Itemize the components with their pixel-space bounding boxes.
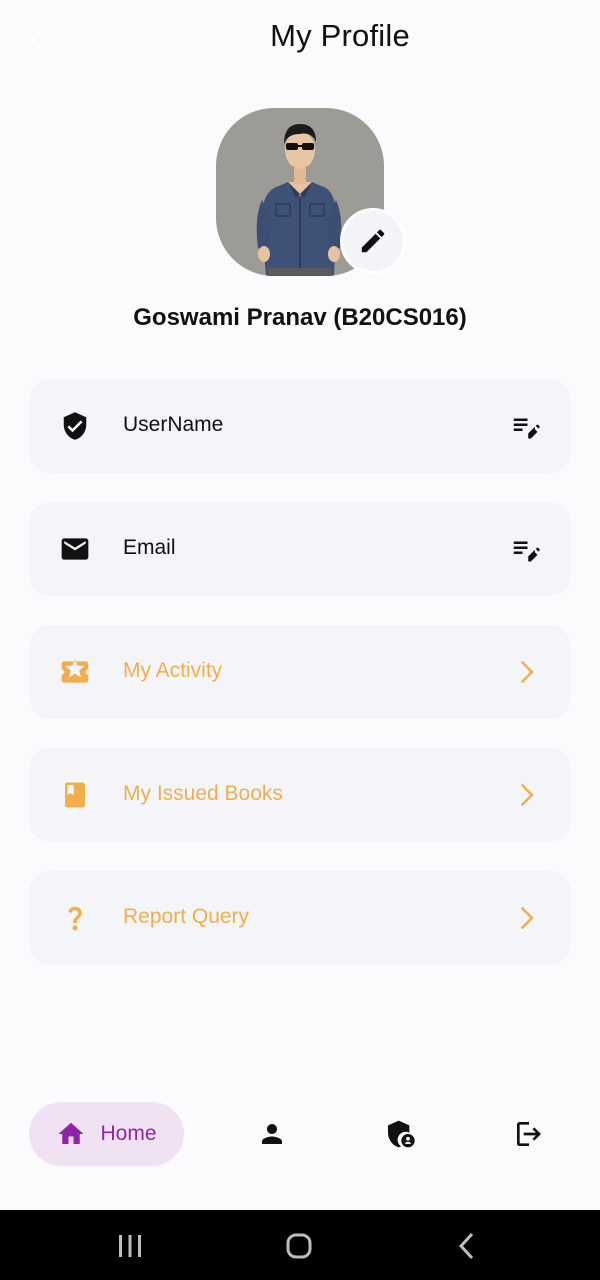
menu-item-label: My Activity [123,659,223,682]
bottom-nav: Home [0,1090,600,1180]
chevron-right-icon [509,779,541,811]
chevron-right-icon [509,656,541,688]
ticket-star-icon [57,654,93,690]
edit-note-icon[interactable] [509,410,541,442]
system-nav-bar [0,1210,600,1280]
chevron-right-icon [509,902,541,934]
avatar-container [216,108,406,276]
menu-item-my-issued-books[interactable]: My Issued Books [29,748,571,842]
menu-item-my-activity[interactable]: My Activity [29,625,571,719]
menu-item-username[interactable]: UserName [29,379,571,473]
profile-menu: UserName Email My Activity My Issued Boo… [29,379,571,994]
nav-admin-tab[interactable] [382,1116,418,1152]
question-mark-icon [57,900,93,936]
menu-item-email[interactable]: Email [29,502,571,596]
menu-item-label: Email [123,536,176,559]
home-circle-icon [286,1233,312,1259]
menu-item-label: Report Query [123,905,250,928]
app-bar: My Profile [0,0,600,80]
home-icon [58,1122,84,1144]
system-home-button[interactable] [279,1228,319,1264]
book-icon [57,777,93,813]
page-title: My Profile [270,18,410,53]
shield-check-icon [57,408,93,444]
edit-note-icon[interactable] [509,533,541,565]
nav-home-label: Home [100,1122,157,1145]
menu-item-report-query[interactable]: Report Query [29,871,571,965]
system-back-button[interactable] [447,1228,487,1264]
recents-icon [119,1235,141,1257]
pencil-icon [361,229,385,253]
logout-icon [517,1122,541,1146]
person-icon [262,1124,282,1144]
mail-icon [57,531,93,567]
menu-item-label: My Issued Books [123,782,283,805]
back-chevron-icon [458,1232,474,1260]
nav-logout-tab[interactable] [511,1116,547,1152]
profile-name: Goswami Pranav (B20CS016) [133,304,467,331]
admin-shield-icon [388,1120,415,1148]
recents-button[interactable] [110,1228,150,1264]
nav-profile-tab[interactable] [254,1116,290,1152]
menu-item-label: UserName [123,413,224,436]
edit-avatar-button[interactable] [340,208,406,274]
nav-home-tab[interactable]: Home [29,1102,184,1166]
